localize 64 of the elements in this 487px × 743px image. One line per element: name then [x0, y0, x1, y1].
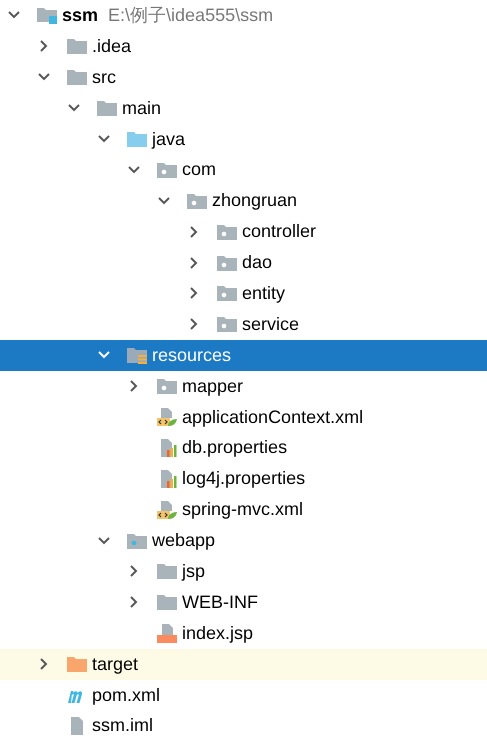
node-label: java — [152, 128, 186, 151]
folder-icon — [66, 67, 88, 88]
tree-row[interactable]: target — [0, 648, 487, 680]
module-folder-icon — [36, 5, 58, 26]
tree-row[interactable]: main — [0, 92, 487, 124]
folder-icon — [66, 654, 88, 674]
node-label: applicationContext.xml — [182, 406, 364, 429]
tree-row[interactable]: controller — [0, 216, 487, 248]
tree-row[interactable]: log4j.properties — [0, 463, 487, 494]
node-label: entity — [242, 282, 286, 305]
tree-row[interactable]: webapp — [0, 525, 487, 556]
node-label: src — [92, 66, 116, 89]
folder-icon — [156, 592, 178, 612]
resources-folder-icon — [126, 345, 148, 366]
tree-row[interactable]: mapper — [0, 370, 487, 402]
tree-row[interactable]: com — [0, 154, 487, 186]
node-label: com — [182, 158, 216, 182]
tree-row[interactable]: src — [0, 62, 487, 93]
node-label: dao — [242, 251, 272, 274]
folder-icon — [96, 98, 118, 118]
tree-row[interactable]: zhongruan — [0, 185, 487, 216]
node-label: ssm.iml — [92, 714, 153, 738]
node-label: webapp — [152, 529, 216, 552]
node-label: index.jsp — [182, 622, 254, 645]
xml-file-icon — [156, 407, 178, 428]
folder-icon — [66, 36, 88, 56]
node-label: jsp — [182, 560, 206, 583]
node-label: log4j.properties — [182, 467, 306, 490]
tree-row[interactable]: service — [0, 308, 487, 340]
jsp-file-icon — [156, 623, 178, 644]
node-label: pom.xml — [92, 684, 160, 707]
node-label: controller — [242, 220, 316, 244]
tree-row[interactable]: pom.xml — [0, 680, 487, 710]
xml-file-icon — [156, 500, 178, 520]
folder-icon — [126, 129, 148, 149]
node-label: zhongruan — [212, 189, 298, 212]
package-folder-icon — [216, 314, 238, 334]
tree-row[interactable]: jsp — [0, 556, 487, 587]
node-label: mapper — [182, 374, 244, 398]
tree-row[interactable]: ssm E:\例子\idea555\ssm — [0, 0, 487, 31]
tree-row[interactable]: java — [0, 124, 487, 154]
folder-icon — [156, 561, 178, 582]
node-label: resources — [152, 344, 232, 367]
tree-row[interactable]: db.properties — [0, 432, 487, 464]
node-label: ssm — [62, 4, 98, 27]
node-label: target — [92, 652, 138, 676]
node-label: main — [122, 96, 162, 120]
tree-row[interactable]: entity — [0, 278, 487, 309]
tree-row[interactable]: index.jsp — [0, 618, 487, 649]
selected-tree-row[interactable]: resources — [0, 340, 487, 371]
node-label: service — [242, 312, 300, 336]
module-path: E:\例子\idea555\ssm — [108, 4, 274, 27]
tree-row[interactable]: dao — [0, 247, 487, 278]
node-label: spring-mvc.xml — [182, 498, 304, 522]
node-label: db.properties — [182, 436, 288, 460]
tree-row[interactable]: .idea — [0, 30, 487, 62]
package-folder-icon — [156, 376, 178, 396]
tree-row[interactable]: ssm.iml — [0, 710, 487, 742]
tree-row[interactable]: applicationContext.xml — [0, 402, 487, 432]
package-folder-icon — [216, 283, 238, 304]
tree-row[interactable]: spring-mvc.xml — [0, 494, 487, 526]
tree-row[interactable]: WEB-INF — [0, 586, 487, 618]
node-label: .idea — [92, 34, 132, 58]
node-label: WEB-INF — [182, 590, 258, 614]
